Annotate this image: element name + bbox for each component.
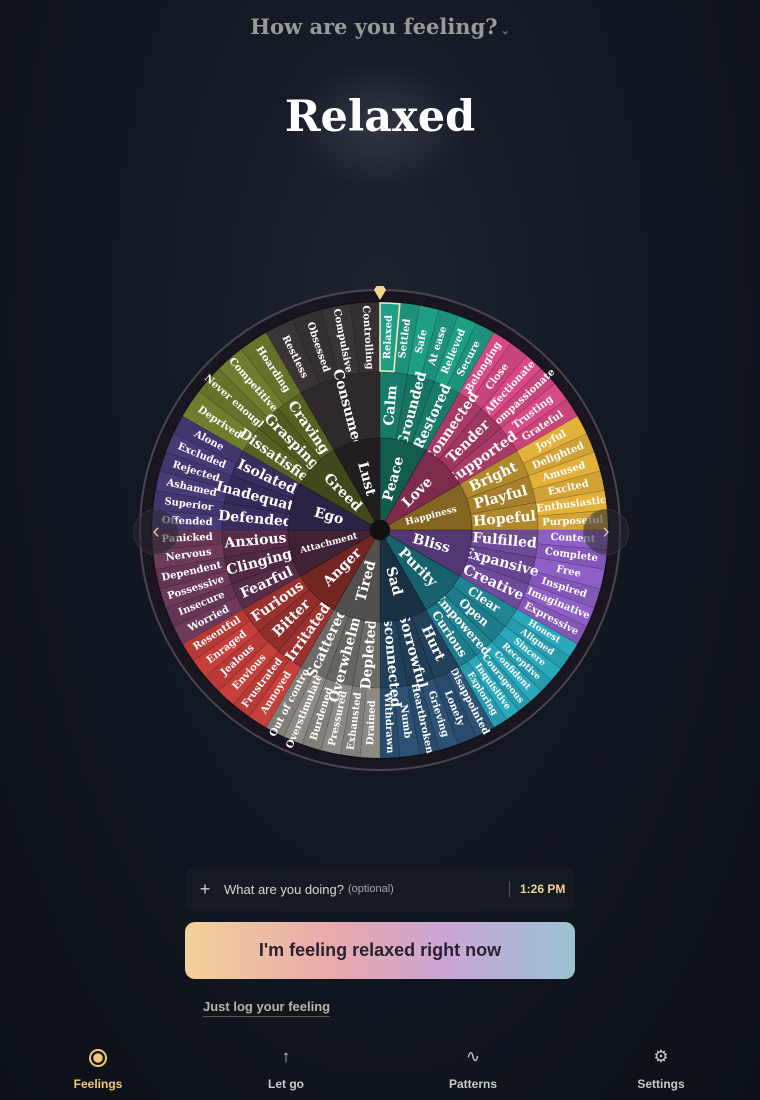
tab-label: Let go: [268, 1077, 304, 1091]
wave-icon: ∿: [465, 1047, 481, 1066]
feelings-icon: [89, 1048, 107, 1067]
emotion-wheel-svg[interactable]: Relaxed Settled SafeAt easeRelievedSecureC…: [136, 286, 624, 774]
tab-patterns[interactable]: ∿ Patterns: [413, 1040, 533, 1091]
bottom-tab-bar: Feelings ↑ Let go ∿ Patterns ⚙ Settings: [0, 1040, 760, 1100]
wheel-label-relaxed[interactable]: Relaxed: [382, 315, 395, 360]
feeling-question-dropdown[interactable]: How are you feeling? ⌄: [0, 14, 760, 39]
just-log-link[interactable]: Just log your feeling: [203, 999, 331, 1017]
tab-label: Settings: [637, 1077, 685, 1091]
tab-let-go[interactable]: ↑ Let go: [226, 1040, 346, 1091]
emotion-wheel[interactable]: Relaxed Settled Safe At ease Relieved Secure C…: [136, 286, 624, 774]
chevron-down-icon: ⌄: [500, 24, 510, 37]
question-label: How are you feeling?: [250, 14, 498, 39]
time-picker[interactable]: 1:26 PM: [520, 867, 565, 911]
plus-icon: +: [199, 878, 211, 899]
activity-placeholder: What are you doing?: [224, 881, 344, 897]
tab-label: Patterns: [448, 1077, 498, 1091]
optional-hint: (optional): [347, 883, 394, 895]
activity-input[interactable]: + What are you doing? (optional) 1:26 PM: [186, 867, 574, 911]
arrow-up-icon: ↑: [281, 1047, 291, 1066]
previous-arrow-button[interactable]: ‹: [133, 509, 179, 555]
divider: [509, 881, 510, 897]
wheel-label-drained[interactable]: Drained: [365, 700, 378, 745]
tab-settings[interactable]: ⚙ Settings: [601, 1040, 721, 1091]
tab-label: Feelings: [73, 1077, 123, 1091]
next-arrow-button[interactable]: ›: [583, 509, 629, 555]
log-feeling-button[interactable]: I'm feeling relaxed right now: [185, 922, 575, 979]
selected-feeling-title: Relaxed: [284, 92, 476, 142]
tab-feelings[interactable]: Feelings: [38, 1040, 158, 1091]
wheel-hub: [370, 520, 390, 540]
gear-icon: ⚙: [653, 1047, 669, 1066]
